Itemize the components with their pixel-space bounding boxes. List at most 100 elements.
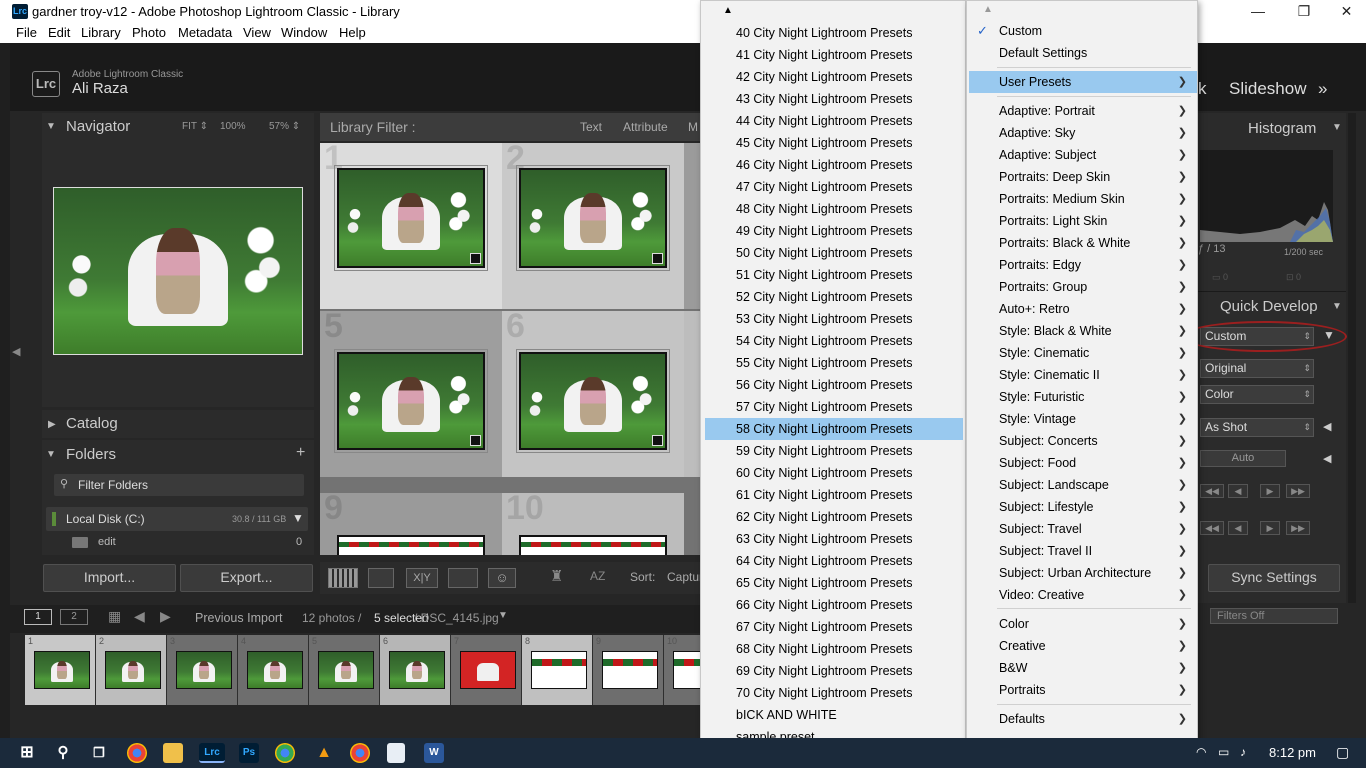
decrease-large-button[interactable]: ◀◀ [1200, 484, 1224, 498]
preset-list-item[interactable]: 58 City Night Lightroom Presets [705, 418, 963, 440]
preset-list-item[interactable]: 63 City Night Lightroom Presets [705, 528, 963, 550]
vlc-icon[interactable]: ▲ [313, 743, 335, 763]
maximize-icon[interactable]: ❐ [1281, 0, 1327, 23]
histogram-title[interactable]: Histogram [1248, 120, 1316, 137]
preset-list-item[interactable]: 41 City Night Lightroom Presets [705, 44, 963, 66]
preset-list-item[interactable]: 44 City Night Lightroom Presets [705, 110, 963, 132]
preset-group-item[interactable]: Adaptive: Sky ❯ [969, 122, 1197, 144]
preset-default-settings[interactable]: Default Settings [969, 42, 1197, 64]
filmstrip-item[interactable]: 10 [664, 635, 700, 705]
collapse-triangle-icon[interactable]: ▼ [46, 121, 56, 132]
back-arrow-icon[interactable]: ◀ [134, 608, 145, 625]
minimize-icon[interactable]: — [1235, 0, 1281, 23]
preset-group-item[interactable]: Creative ❯ [969, 635, 1197, 657]
menu-edit[interactable]: Edit [48, 25, 70, 40]
grid-cell[interactable]: 6 [502, 307, 684, 477]
thumbnail[interactable] [337, 535, 485, 555]
increase-large-button[interactable]: ▶▶ [1286, 521, 1310, 535]
menu-photo[interactable]: Photo [132, 25, 166, 40]
filter-metadata-tab[interactable]: M [688, 120, 698, 134]
window1-button[interactable]: 1 [24, 609, 52, 625]
crop-ratio-select[interactable]: Original ⇕ [1200, 359, 1314, 378]
filmstrip-item[interactable]: 5 [309, 635, 379, 705]
preset-custom[interactable]: ✓ Custom [969, 20, 1197, 42]
preset-list-item[interactable]: bICK AND WHITE [705, 704, 963, 726]
increase-button[interactable]: ▶ [1260, 521, 1280, 535]
forward-arrow-icon[interactable]: ▶ [160, 608, 171, 625]
grid-cell[interactable]: 5 [320, 307, 502, 477]
preset-list-item[interactable]: 49 City Night Lightroom Presets [705, 220, 963, 242]
preset-list-item[interactable]: 53 City Night Lightroom Presets [705, 308, 963, 330]
collapse-triangle-icon[interactable]: ▼ [1332, 301, 1342, 312]
left-panel-toggle-icon[interactable]: ◀ [12, 345, 20, 358]
preset-group-item[interactable]: Style: Vintage ❯ [969, 408, 1197, 430]
preset-user-presets[interactable]: User Presets ❯ [969, 71, 1197, 93]
preset-list-item[interactable]: 54 City Night Lightroom Presets [705, 330, 963, 352]
lightroom-taskbar-icon[interactable]: Lrc [199, 743, 225, 763]
add-folder-icon[interactable]: + [296, 444, 305, 462]
preset-group-item[interactable]: Auto+: Retro ❯ [969, 298, 1197, 320]
sort-direction-icon[interactable]: AZ [590, 569, 605, 583]
import-button[interactable]: Import... [43, 564, 176, 592]
navigator-preview-image[interactable] [53, 187, 303, 355]
preset-group-item[interactable]: Subject: Concerts ❯ [969, 430, 1197, 452]
preset-list-item[interactable]: 65 City Night Lightroom Presets [705, 572, 963, 594]
preset-list-item[interactable]: 43 City Night Lightroom Presets [705, 88, 963, 110]
photoshop-taskbar-icon[interactable]: Ps [239, 743, 259, 763]
zoom-57[interactable]: 57% ⇕ [269, 121, 300, 132]
grid-cell[interactable]: 10 [502, 489, 684, 555]
filmstrip-item[interactable]: 9 [593, 635, 663, 705]
catalog-panel[interactable]: ▶ Catalog [42, 410, 314, 438]
folders-title[interactable]: Folders [66, 446, 116, 463]
preset-list-item[interactable]: 47 City Night Lightroom Presets [705, 176, 963, 198]
preset-list-item[interactable]: 68 City Night Lightroom Presets [705, 638, 963, 660]
compare-view-icon[interactable]: X|Y [406, 568, 438, 588]
preset-list-item[interactable]: 66 City Night Lightroom Presets [705, 594, 963, 616]
preset-list-item[interactable]: 56 City Night Lightroom Presets [705, 374, 963, 396]
preset-group-item[interactable]: Adaptive: Portrait ❯ [969, 100, 1197, 122]
preset-group-item[interactable]: Color ❯ [969, 613, 1197, 635]
notepad-icon[interactable] [387, 743, 405, 763]
preset-group-item[interactable]: Portraits: Edgy ❯ [969, 254, 1197, 276]
grid-cell-partial[interactable] [684, 311, 700, 477]
thumbnail[interactable] [519, 535, 667, 555]
task-view-icon[interactable]: ❐ [88, 743, 110, 763]
preset-group-item[interactable]: Style: Cinematic II ❯ [969, 364, 1197, 386]
source-label[interactable]: Previous Import [195, 611, 283, 625]
preset-group-item[interactable]: Portraits: Deep Skin ❯ [969, 166, 1197, 188]
sync-settings-button[interactable]: Sync Settings [1208, 564, 1340, 592]
preset-list-item[interactable]: 55 City Night Lightroom Presets [705, 352, 963, 374]
chrome-icon[interactable] [275, 743, 295, 763]
collapse-triangle-icon[interactable]: ▼ [46, 449, 56, 460]
thumbnail[interactable] [337, 168, 485, 268]
scroll-up-icon[interactable]: ▲ [983, 4, 993, 15]
menu-library[interactable]: Library [81, 25, 121, 40]
filmstrip-filter-select[interactable]: Filters Off [1210, 608, 1338, 624]
preset-group-item[interactable]: Style: Black & White ❯ [969, 320, 1197, 342]
chrome-icon[interactable] [127, 743, 147, 763]
wifi-icon[interactable]: ◠ [1196, 745, 1206, 759]
loupe-view-icon[interactable] [368, 568, 394, 588]
tone-toggle-icon[interactable]: ◀ [1323, 452, 1331, 465]
grid-icon[interactable]: ▦ [108, 608, 121, 625]
decrease-button[interactable]: ◀ [1228, 521, 1248, 535]
preset-list-item[interactable]: 51 City Night Lightroom Presets [705, 264, 963, 286]
source-menu-icon[interactable]: ▼ [498, 610, 508, 621]
grid-cell-partial[interactable] [684, 143, 700, 309]
word-icon[interactable]: W [424, 743, 444, 763]
preset-group-item[interactable]: Style: Cinematic ❯ [969, 342, 1197, 364]
windows-start-icon[interactable]: ⊞ [16, 743, 38, 763]
filmstrip-item[interactable]: 1 [25, 635, 95, 705]
navigator-title[interactable]: Navigator [66, 118, 130, 135]
module-slideshow[interactable]: Slideshow [1229, 79, 1307, 99]
survey-view-icon[interactable] [448, 568, 478, 588]
filmstrip-item[interactable]: 4 [238, 635, 308, 705]
window2-button[interactable]: 2 [60, 609, 88, 625]
collapse-triangle-icon[interactable]: ▼ [1332, 122, 1342, 133]
preset-list-item[interactable]: 42 City Night Lightroom Presets [705, 66, 963, 88]
chrome-icon[interactable] [350, 743, 370, 763]
menu-file[interactable]: File [16, 25, 37, 40]
preset-list-item[interactable]: 40 City Night Lightroom Presets [705, 22, 963, 44]
menu-help[interactable]: Help [339, 25, 366, 40]
preset-defaults[interactable]: Defaults ❯ [969, 708, 1197, 730]
